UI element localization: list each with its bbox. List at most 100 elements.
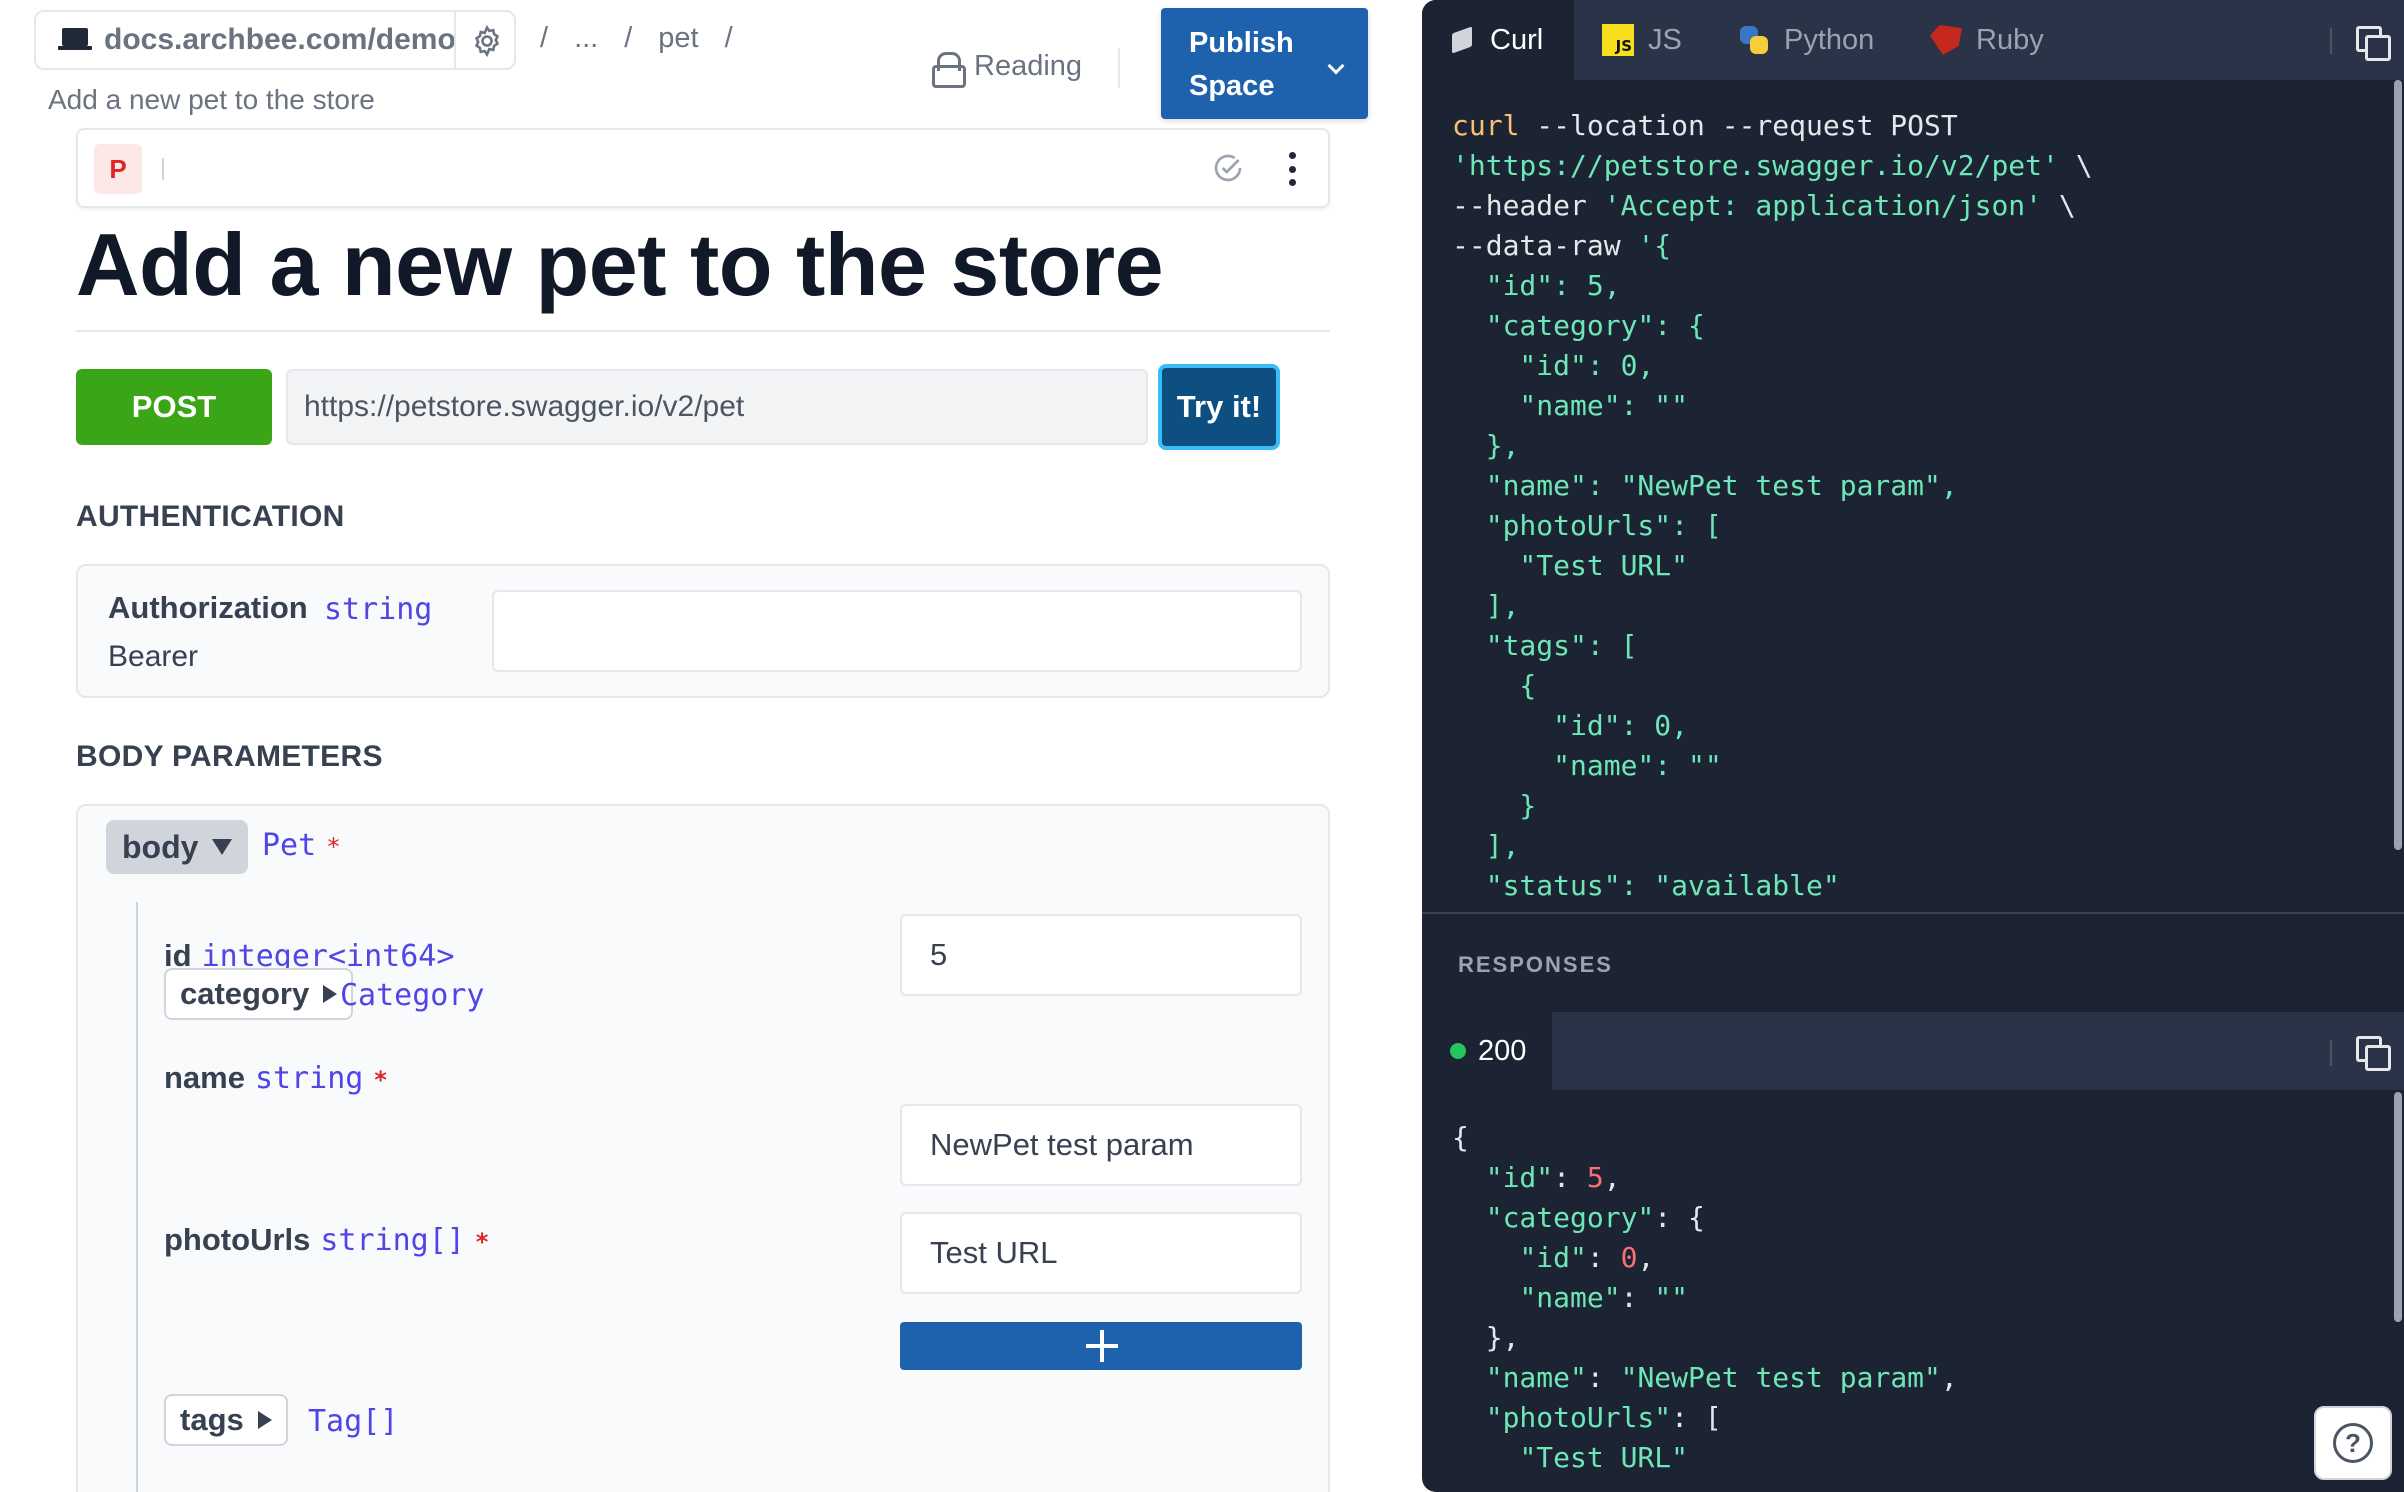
code-token: 'Accept: application/json' (1603, 189, 2043, 222)
curl-cube-icon (1450, 26, 1476, 54)
field-name: category (180, 976, 310, 1011)
response-status-tabs: 200 (1422, 1012, 2404, 1090)
copy-icon[interactable] (2356, 26, 2391, 61)
field-type: Tag[] (308, 1404, 399, 1439)
tab-python[interactable]: Python (1738, 0, 1874, 80)
field-type: string[] (320, 1223, 465, 1258)
field-type: string (254, 1061, 364, 1096)
help-icon: ? (2333, 1423, 2373, 1463)
responses-heading: RESPONSES (1458, 952, 1613, 977)
kebab-dot (1288, 179, 1296, 186)
check-circle-icon[interactable] (1212, 152, 1244, 184)
more-options-icon[interactable] (1288, 152, 1296, 186)
breadcrumb-item-pet[interactable]: pet (658, 22, 698, 55)
reading-label: Reading (974, 50, 1083, 82)
tab-label: Python (1784, 23, 1875, 56)
tab-curl[interactable]: Curl (1422, 0, 1574, 80)
tabs-divider (2330, 28, 2332, 54)
response-scrollbar[interactable] (2394, 1092, 2402, 1322)
authorization-input[interactable] (492, 590, 1302, 672)
lock-icon (932, 51, 966, 88)
code-token: --header (1452, 189, 1604, 222)
body-type: Pet * (262, 828, 341, 863)
http-method-badge: POST (76, 369, 272, 445)
page-subtitle: Add a new pet to the store (48, 84, 375, 115)
code-token: \ (2042, 189, 2076, 222)
tab-label: JS (1648, 23, 1682, 56)
laptop-icon (58, 28, 92, 52)
category-toggle[interactable]: category (164, 968, 354, 1020)
endpoint-url[interactable]: https://petstore.swagger.io/v2/pet (286, 369, 1148, 445)
code-token: --data-raw (1452, 229, 1638, 262)
body-parameters-card: body Pet * id integer<int64> 5 category Ca… (76, 804, 1330, 1492)
tabs-divider (2330, 1040, 2332, 1066)
field-type: Category (340, 978, 485, 1013)
code-sample-panel: Curl JS JS Python Ruby curl --location -… (1422, 0, 2404, 1492)
code-token: 'https://petstore.swagger.io/v2/pet' (1452, 149, 2059, 182)
body-parameters-heading: BODY PARAMETERS (76, 740, 383, 773)
publish-label-line1: Publish (1189, 27, 1294, 59)
paragraph-badge[interactable]: P (94, 144, 142, 194)
field-name: photoUrls (164, 1222, 311, 1257)
authentication-card: Authorization string Bearer (76, 564, 1330, 698)
breadcrumb-sep: / (624, 22, 633, 54)
response-code-block[interactable]: { "id": 5, "category": { "id": 0, "name"… (1452, 1118, 1958, 1478)
nesting-guide (136, 902, 138, 1492)
kebab-dot (1288, 152, 1296, 159)
code-token: \ (2058, 149, 2093, 182)
panel-divider (1422, 912, 2404, 914)
block-toolbar: P (76, 128, 1330, 208)
copy-icon[interactable] (2356, 1036, 2391, 1071)
required-mark: * (373, 1066, 388, 1094)
auth-param-name: Authorization (108, 590, 308, 625)
status-code: 200 (1478, 1034, 1527, 1067)
field-name: name (164, 1060, 245, 1095)
gear-icon[interactable] (470, 24, 504, 58)
field-photourls-input[interactable]: Test URL (900, 1212, 1302, 1294)
breadcrumb: / ... / pet / (540, 22, 733, 55)
breadcrumb-sep: / (724, 22, 733, 54)
try-it-button[interactable]: Try it! (1158, 364, 1280, 450)
request-scrollbar[interactable] (2394, 80, 2402, 850)
caret-down-icon (212, 839, 233, 855)
field-id-input[interactable]: 5 (900, 914, 1302, 996)
tab-label: Ruby (1976, 23, 2044, 56)
kebab-dot (1288, 165, 1296, 173)
body-label: body (122, 828, 199, 865)
status-dot (1450, 1043, 1466, 1059)
field-name-input[interactable]: NewPet test param (900, 1104, 1302, 1186)
help-button[interactable]: ? (2314, 1406, 2392, 1480)
body-toggle[interactable]: body (106, 820, 248, 874)
ruby-icon (1930, 25, 1962, 55)
add-item-button[interactable] (900, 1322, 1302, 1370)
page-title: Add a new pet to the store (76, 215, 1164, 314)
caret-right-icon (323, 985, 338, 1003)
site-box-divider (454, 12, 456, 68)
required-mark: * (326, 833, 341, 861)
text-cursor (162, 158, 164, 180)
caret-right-icon (257, 1411, 272, 1429)
required-mark: * (474, 1228, 490, 1256)
field-name: tags (180, 1402, 244, 1437)
python-icon (1738, 24, 1770, 56)
reading-mode-toggle[interactable]: Reading (932, 50, 1083, 88)
field-name-label: name string * (164, 1060, 388, 1096)
header-divider (1118, 48, 1120, 88)
tags-toggle[interactable]: tags (164, 1394, 288, 1446)
js-icon: JS (1602, 24, 1634, 56)
code-token: curl (1452, 109, 1520, 142)
breadcrumb-ellipsis[interactable]: ... (574, 22, 598, 55)
publish-space-button[interactable]: Publish Space (1161, 8, 1368, 119)
tab-status-200[interactable]: 200 (1422, 1012, 1552, 1090)
title-divider (76, 330, 1330, 332)
authentication-heading: AUTHENTICATION (76, 500, 345, 533)
body-type-name: Pet (262, 828, 317, 863)
code-token: --location --request POST (1519, 109, 1958, 142)
tab-js[interactable]: JS JS (1602, 0, 1682, 80)
request-code-block[interactable]: curl --location --request POST 'https://… (1452, 106, 2093, 906)
site-switcher[interactable]: docs.archbee.com/demo (34, 10, 516, 70)
tab-ruby[interactable]: Ruby (1930, 0, 2044, 80)
site-url: docs.archbee.com/demo (104, 23, 456, 56)
auth-scheme: Bearer (108, 640, 199, 673)
publish-label-line2: Space (1189, 70, 1275, 102)
